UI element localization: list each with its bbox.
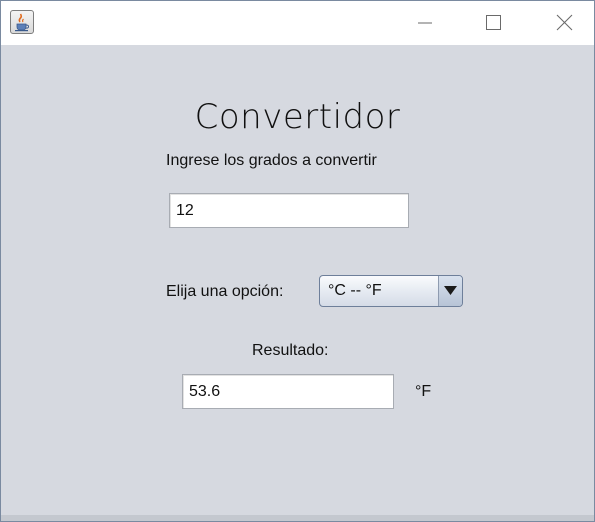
close-button[interactable] [542, 1, 588, 45]
close-icon [556, 14, 573, 31]
maximize-button[interactable] [470, 1, 516, 45]
result-label: Resultado: [252, 342, 329, 359]
result-field[interactable]: 53.6 [182, 374, 394, 409]
degrees-input[interactable]: 12 [169, 193, 409, 228]
app-window: Convertidor Ingrese los grados a convert… [0, 0, 595, 522]
page-title: Convertidor [194, 97, 401, 137]
conversion-select[interactable]: °C -- °F [319, 275, 463, 307]
content-panel: Convertidor Ingrese los grados a convert… [1, 45, 594, 517]
conversion-select-value: °C -- °F [328, 282, 382, 299]
minimize-button[interactable] [402, 1, 448, 45]
triangle-down-icon [444, 286, 457, 295]
minimize-icon [418, 22, 432, 24]
maximize-icon [486, 15, 501, 30]
dropdown-arrow-button[interactable] [438, 276, 462, 306]
result-unit-label: °F [415, 383, 432, 400]
window-bottom-border [1, 515, 594, 521]
title-bar[interactable] [1, 1, 594, 45]
option-label: Elija una opción: [166, 283, 284, 300]
degrees-prompt-label: Ingrese los grados a convertir [166, 152, 377, 169]
java-coffee-cup-icon[interactable] [10, 10, 34, 34]
